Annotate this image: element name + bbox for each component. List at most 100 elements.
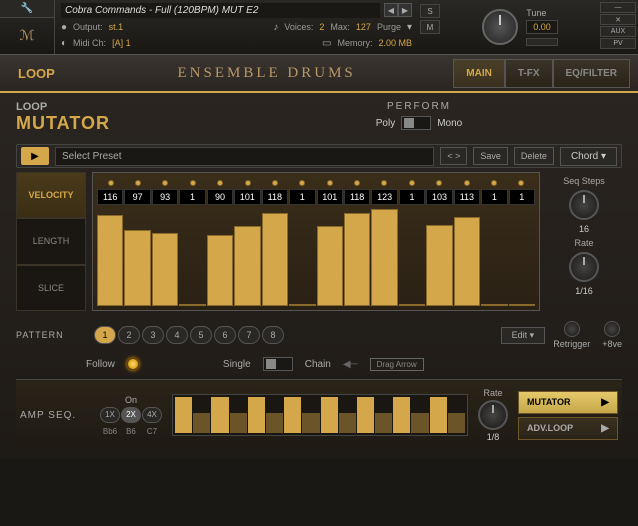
step-value[interactable]: 116 (97, 189, 123, 205)
amp-bar[interactable] (230, 413, 247, 433)
nav-mutator[interactable]: MUTATOR▶ (518, 391, 618, 414)
seq-tab-length[interactable]: LENGTH (16, 218, 86, 264)
prev-instrument-button[interactable]: ◀ (384, 3, 398, 17)
midi-value[interactable]: [A] 1 (112, 38, 131, 48)
step-dot[interactable] (289, 177, 316, 189)
output-value[interactable]: st.1 (109, 22, 124, 32)
velocity-bar[interactable] (124, 230, 150, 306)
steps-knob[interactable] (569, 190, 599, 220)
step-value[interactable]: 1 (289, 189, 315, 205)
amp-bar[interactable] (339, 413, 356, 433)
play-button[interactable]: ▶ (21, 147, 49, 165)
amp-mult-button[interactable]: 4X (142, 407, 162, 423)
step-value[interactable]: 1 (481, 189, 507, 205)
step-value[interactable]: 113 (454, 189, 480, 205)
next-instrument-button[interactable]: ▶ (398, 3, 412, 17)
step-dot[interactable] (426, 177, 453, 189)
velocity-bar[interactable] (371, 209, 397, 306)
pattern-button[interactable]: 7 (238, 326, 260, 344)
mute-button[interactable]: M (420, 20, 440, 34)
follow-led[interactable] (127, 358, 139, 370)
step-dot[interactable] (97, 177, 124, 189)
velocity-bar[interactable] (509, 304, 535, 306)
volume-knob[interactable] (482, 9, 518, 45)
rate-knob[interactable] (569, 252, 599, 282)
octave-knob[interactable] (604, 321, 620, 337)
nav-advloop[interactable]: ADV.LOOP▶ (518, 417, 618, 440)
amp-bar[interactable] (284, 397, 301, 433)
step-value[interactable]: 1 (509, 189, 535, 205)
amp-bars[interactable] (172, 394, 468, 436)
step-dot[interactable] (343, 177, 370, 189)
pv-button[interactable]: PV (600, 38, 636, 49)
velocity-bar[interactable] (152, 233, 178, 306)
close-icon[interactable]: ✕ (600, 14, 636, 25)
step-dot[interactable] (152, 177, 179, 189)
tab-eqfilter[interactable]: EQ/FILTER (553, 59, 630, 88)
purge-label[interactable]: Purge (377, 22, 401, 32)
amp-bar[interactable] (448, 413, 465, 433)
pattern-button[interactable]: 3 (142, 326, 164, 344)
step-dot[interactable] (508, 177, 535, 189)
seq-tab-velocity[interactable]: VELOCITY (16, 172, 86, 218)
wrench-icon[interactable]: 🔧 (0, 0, 54, 18)
velocity-bar[interactable] (426, 225, 452, 306)
step-dot[interactable] (480, 177, 507, 189)
solo-button[interactable]: S (420, 4, 440, 18)
step-value[interactable]: 101 (234, 189, 260, 205)
step-dot[interactable] (453, 177, 480, 189)
velocity-bar[interactable] (207, 235, 233, 306)
instrument-title[interactable]: Cobra Commands - Full (120BPM) MUT E2 (61, 3, 380, 18)
velocity-bar[interactable] (454, 217, 480, 306)
step-dot[interactable] (398, 177, 425, 189)
amp-bar[interactable] (357, 397, 374, 433)
velocity-bar[interactable] (262, 213, 288, 306)
step-value[interactable]: 1 (179, 189, 205, 205)
poly-mono-switch[interactable] (401, 116, 431, 130)
aux-button[interactable]: AUX (600, 26, 636, 37)
amp-bar[interactable] (375, 413, 392, 433)
pattern-button[interactable]: 4 (166, 326, 188, 344)
amp-rate-knob[interactable] (478, 400, 508, 430)
velocity-bar[interactable] (344, 213, 370, 306)
step-dot[interactable] (316, 177, 343, 189)
step-dot[interactable] (179, 177, 206, 189)
amp-bar[interactable] (411, 413, 428, 433)
purge-dropdown-icon[interactable]: ▾ (407, 22, 412, 33)
tune-value[interactable]: 0.00 (526, 20, 558, 34)
single-chain-switch[interactable] (263, 357, 293, 371)
drag-arrow-label[interactable]: Drag Arrow (370, 358, 424, 371)
amp-bar[interactable] (211, 397, 228, 433)
amp-bar[interactable] (302, 413, 319, 433)
velocity-bar[interactable] (97, 215, 123, 306)
pattern-button[interactable]: 6 (214, 326, 236, 344)
velocity-bar[interactable] (179, 304, 205, 306)
tab-tfx[interactable]: T-FX (505, 59, 553, 88)
pattern-button[interactable]: 1 (94, 326, 116, 344)
step-dot[interactable] (261, 177, 288, 189)
velocity-bar[interactable] (234, 226, 260, 306)
step-dot[interactable] (124, 177, 151, 189)
amp-bar[interactable] (321, 397, 338, 433)
amp-mult-button[interactable]: 2X (121, 407, 141, 423)
preset-select[interactable]: Select Preset (55, 147, 434, 166)
amp-mult-button[interactable]: 1X (100, 407, 120, 423)
minimize-icon[interactable]: — (600, 2, 636, 13)
step-dot[interactable] (234, 177, 261, 189)
pattern-button[interactable]: 2 (118, 326, 140, 344)
amp-bar[interactable] (193, 413, 210, 433)
velocity-bar[interactable] (481, 304, 507, 306)
step-value[interactable]: 118 (344, 189, 370, 205)
step-dot[interactable] (207, 177, 234, 189)
retrigger-knob[interactable] (564, 321, 580, 337)
max-value[interactable]: 127 (356, 22, 371, 32)
velocity-bar[interactable] (317, 226, 343, 306)
velocity-bar[interactable] (289, 304, 315, 306)
amp-bar[interactable] (430, 397, 447, 433)
amp-bar[interactable] (266, 413, 283, 433)
pattern-button[interactable]: 5 (190, 326, 212, 344)
seq-tab-slice[interactable]: SLICE (16, 265, 86, 311)
pattern-button[interactable]: 8 (262, 326, 284, 344)
step-value[interactable]: 97 (124, 189, 150, 205)
amp-bar[interactable] (175, 397, 192, 433)
